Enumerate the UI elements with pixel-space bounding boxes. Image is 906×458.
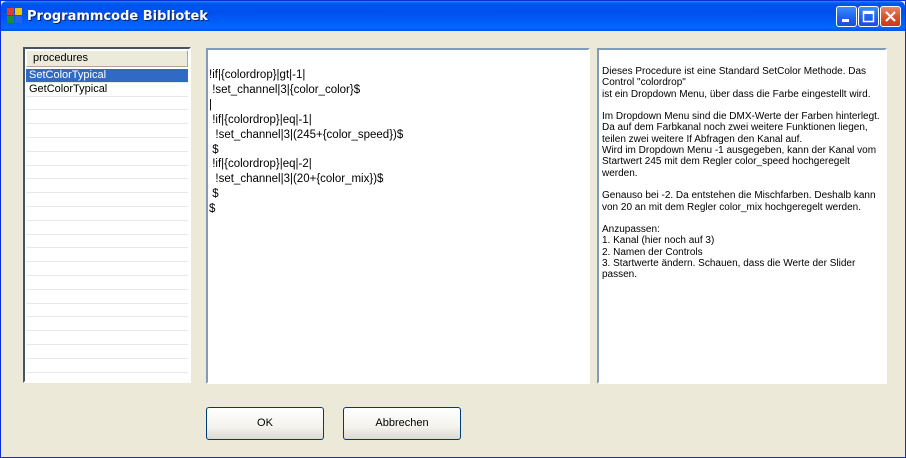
empty-list-row xyxy=(26,290,188,304)
ok-button[interactable]: OK xyxy=(206,407,324,440)
empty-list-row xyxy=(26,166,188,180)
procedures-list[interactable]: procedures SetColorTypical GetColorTypica… xyxy=(23,47,191,383)
code-text: !if|{colordrop}|gt|-1| !set_channel|3|{c… xyxy=(209,69,404,216)
description-text: Dieses Procedure ist eine Standard SetCo… xyxy=(602,66,880,281)
empty-list-row xyxy=(26,97,188,111)
empty-list-row xyxy=(26,304,188,318)
empty-list-row xyxy=(26,152,188,166)
empty-list-row xyxy=(26,207,188,221)
minimize-button[interactable] xyxy=(836,6,857,27)
description-box[interactable]: Dieses Procedure ist eine Standard SetCo… xyxy=(597,48,887,384)
main-window: Programmcode Bibliotek procedures SetCol… xyxy=(0,0,906,458)
empty-list-row xyxy=(26,248,188,263)
maximize-icon xyxy=(862,10,875,23)
close-button[interactable] xyxy=(880,6,901,27)
empty-list-row xyxy=(26,221,188,235)
list-item[interactable]: SetColorTypical xyxy=(26,69,188,83)
cancel-button[interactable]: Abbrechen xyxy=(343,407,461,440)
procedures-rows: SetColorTypical GetColorTypical xyxy=(26,69,188,373)
code-editor[interactable]: !if|{colordrop}|gt|-1| !set_channel|3|{c… xyxy=(206,48,590,384)
empty-list-row xyxy=(26,124,188,138)
empty-list-row xyxy=(26,110,188,125)
empty-list-row xyxy=(26,179,188,194)
window-title: Programmcode Bibliotek xyxy=(27,9,208,24)
procedures-column-header[interactable]: procedures xyxy=(26,50,188,67)
empty-list-row xyxy=(26,262,188,276)
empty-list-row xyxy=(26,317,188,332)
empty-list-row xyxy=(26,276,188,290)
empty-list-row xyxy=(26,359,188,373)
empty-list-row xyxy=(26,345,188,359)
empty-list-row xyxy=(26,331,188,345)
empty-list-row xyxy=(26,235,188,249)
close-icon xyxy=(885,11,896,22)
maximize-button[interactable] xyxy=(858,6,879,27)
title-bar[interactable]: Programmcode Bibliotek xyxy=(1,1,905,31)
app-icon xyxy=(7,8,23,24)
empty-list-row xyxy=(26,193,188,207)
empty-list-row xyxy=(26,138,188,152)
list-item[interactable]: GetColorTypical xyxy=(26,83,188,97)
minimize-icon xyxy=(842,19,849,22)
